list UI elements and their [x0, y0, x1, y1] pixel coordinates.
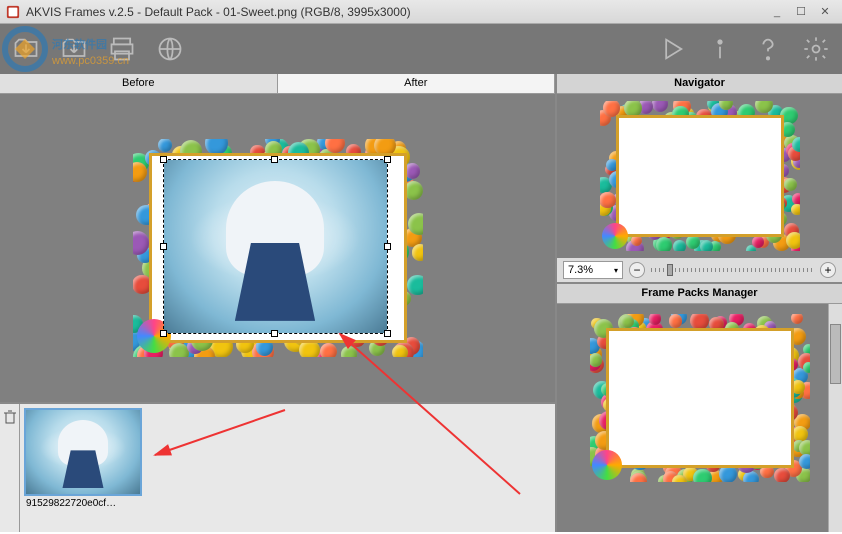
navigator-title: Navigator [557, 74, 842, 94]
print-button[interactable] [106, 33, 138, 65]
selection-box[interactable] [163, 159, 388, 334]
scrollbar-thumb[interactable] [830, 324, 841, 384]
image-strip: 91529822720e0cf… [0, 402, 555, 532]
resize-handle[interactable] [160, 330, 167, 337]
image-thumbnail[interactable]: 91529822720e0cf… [24, 408, 142, 528]
window-title: AKVIS Frames v.2.5 - Default Pack - 01-S… [26, 5, 766, 19]
frame-pack-thumbnail[interactable] [590, 314, 810, 482]
zoom-out-button[interactable]: − [629, 262, 645, 278]
zoom-slider[interactable] [651, 268, 814, 272]
resize-handle[interactable] [160, 156, 167, 163]
delete-button[interactable] [0, 404, 20, 532]
main-toolbar [0, 24, 842, 74]
thumbnail-filename: 91529822720e0cf… [24, 496, 142, 511]
canvas-area[interactable] [0, 94, 555, 402]
info-button[interactable] [704, 33, 736, 65]
packs-title: Frame Packs Manager [557, 284, 842, 304]
share-button[interactable] [154, 33, 186, 65]
close-button[interactable]: ✕ [814, 4, 836, 20]
navigator-view[interactable] [557, 94, 842, 258]
resize-handle[interactable] [384, 330, 391, 337]
slider-thumb[interactable] [667, 264, 673, 276]
tab-before[interactable]: Before [0, 74, 278, 93]
open-button[interactable] [10, 33, 42, 65]
zoom-in-button[interactable]: + [820, 262, 836, 278]
resize-handle[interactable] [384, 243, 391, 250]
resize-handle[interactable] [384, 156, 391, 163]
resize-handle[interactable] [271, 330, 278, 337]
zoom-value[interactable]: 7.3%▾ [563, 261, 623, 279]
chevron-down-icon: ▾ [614, 266, 618, 275]
run-button[interactable] [656, 33, 688, 65]
help-button[interactable] [752, 33, 784, 65]
packs-list[interactable] [557, 304, 842, 532]
zoom-controls: 7.3%▾ − + [557, 258, 842, 282]
frame-preview [133, 139, 423, 357]
scrollbar[interactable] [828, 304, 842, 532]
save-button[interactable] [58, 33, 90, 65]
title-bar: AKVIS Frames v.2.5 - Default Pack - 01-S… [0, 0, 842, 24]
view-tabs: Before After [0, 74, 555, 94]
resize-handle[interactable] [160, 243, 167, 250]
tab-after[interactable]: After [278, 74, 556, 93]
minimize-button[interactable]: _ [766, 4, 788, 20]
settings-button[interactable] [800, 33, 832, 65]
maximize-button[interactable]: ☐ [790, 4, 812, 20]
resize-handle[interactable] [271, 156, 278, 163]
app-icon [6, 5, 20, 19]
